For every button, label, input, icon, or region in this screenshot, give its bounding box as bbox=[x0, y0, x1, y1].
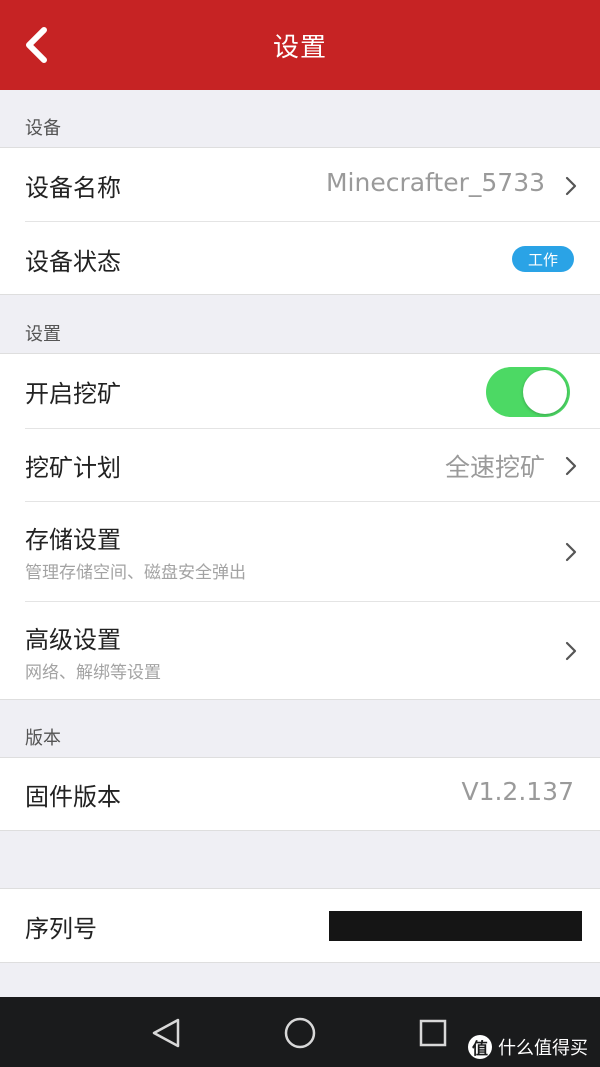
nav-back-button[interactable] bbox=[150, 1017, 184, 1049]
status-badge: 工作 bbox=[512, 246, 574, 272]
mining-plan-label: 挖矿计划 bbox=[25, 454, 121, 482]
toggle-knob bbox=[523, 370, 567, 414]
chevron-right-icon bbox=[565, 641, 577, 661]
device-group: 设备名称 Minecrafter_5733 设备状态 工作 bbox=[0, 147, 600, 295]
triangle-back-icon bbox=[152, 1018, 180, 1048]
serial-group: 序列号 bbox=[0, 888, 600, 963]
storage-settings-row[interactable]: 存储设置 管理存储空间、磁盘安全弹出 bbox=[0, 502, 600, 602]
advanced-settings-row[interactable]: 高级设置 网络、解绑等设置 bbox=[0, 602, 600, 700]
serial-row: 序列号 bbox=[0, 889, 600, 962]
chevron-right-icon bbox=[565, 176, 577, 196]
device-name-value: Minecrafter_5733 bbox=[325, 168, 545, 197]
mining-toggle[interactable] bbox=[486, 367, 570, 417]
device-name-row[interactable]: 设备名称 Minecrafter_5733 bbox=[0, 148, 600, 222]
back-button[interactable] bbox=[14, 22, 58, 68]
chevron-right-icon bbox=[565, 456, 577, 476]
firmware-row: 固件版本 V1.2.137 bbox=[0, 758, 600, 830]
advanced-label: 高级设置 bbox=[25, 626, 121, 654]
watermark: 值 什么值得买 bbox=[468, 1034, 588, 1060]
device-name-label: 设备名称 bbox=[25, 174, 121, 202]
storage-sublabel: 管理存储空间、磁盘安全弹出 bbox=[25, 563, 246, 583]
device-status-label: 设备状态 bbox=[25, 248, 121, 276]
page-title: 设置 bbox=[272, 32, 327, 63]
section-label-settings: 设置 bbox=[25, 324, 61, 345]
nav-home-button[interactable] bbox=[283, 1016, 317, 1050]
watermark-text: 什么值得买 bbox=[498, 1038, 588, 1059]
firmware-label: 固件版本 bbox=[25, 783, 121, 811]
chevron-right-icon bbox=[565, 542, 577, 562]
mining-plan-value: 全速挖矿 bbox=[444, 453, 545, 482]
mining-toggle-row: 开启挖矿 bbox=[0, 354, 600, 429]
version-group: 固件版本 V1.2.137 bbox=[0, 757, 600, 831]
device-status-row: 设备状态 工作 bbox=[0, 222, 600, 295]
square-recent-icon bbox=[419, 1019, 447, 1047]
storage-label: 存储设置 bbox=[25, 526, 121, 554]
serial-value-redacted bbox=[329, 911, 582, 941]
nav-recent-button[interactable] bbox=[419, 1019, 447, 1047]
watermark-logo: 值 bbox=[468, 1035, 492, 1059]
firmware-value: V1.2.137 bbox=[461, 777, 574, 806]
mining-plan-row[interactable]: 挖矿计划 全速挖矿 bbox=[0, 429, 600, 502]
circle-home-icon bbox=[284, 1017, 316, 1049]
mining-label: 开启挖矿 bbox=[25, 380, 121, 408]
chevron-left-icon bbox=[26, 27, 47, 63]
advanced-sublabel: 网络、解绑等设置 bbox=[25, 663, 161, 683]
section-label-version: 版本 bbox=[25, 728, 61, 749]
settings-group: 开启挖矿 挖矿计划 全速挖矿 存储设置 管理存储空间、磁盘安全弹出 高级设置 网… bbox=[0, 353, 600, 700]
top-bar: 设置 bbox=[0, 0, 600, 90]
section-label-device: 设备 bbox=[25, 118, 61, 139]
serial-label: 序列号 bbox=[25, 915, 97, 943]
